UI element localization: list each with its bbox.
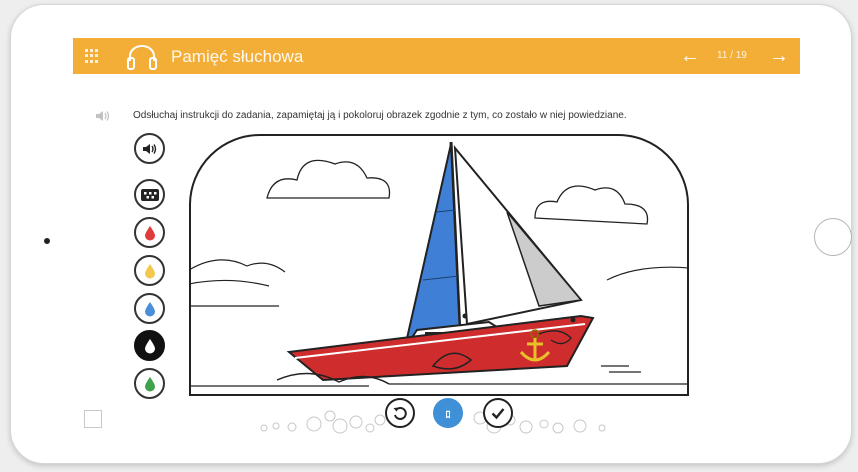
undo-icon [393, 407, 407, 420]
color-blue-button[interactable] [134, 293, 165, 324]
color-red-button[interactable] [134, 217, 165, 248]
fullscreen-icon[interactable] [84, 410, 102, 428]
home-button[interactable] [814, 218, 852, 256]
menu-grid-icon[interactable] [85, 49, 99, 63]
hint-button-label: ﾛ [445, 409, 451, 421]
yellow-drop-icon [144, 263, 155, 278]
coloring-picture[interactable] [189, 134, 689, 396]
eraser-button[interactable] [134, 179, 165, 210]
undo-button[interactable] [385, 398, 415, 428]
header-bar: Pamięć słuchowa ← 11 / 19 → [73, 38, 800, 74]
instruction-speaker-icon[interactable] [95, 109, 111, 123]
eraser-icon [140, 188, 159, 201]
speaker-button[interactable] [134, 133, 165, 164]
hint-button[interactable]: ﾛ [433, 398, 463, 428]
black-drop-icon [144, 338, 155, 353]
page-title: Pamięć słuchowa [171, 47, 304, 66]
green-drop-icon [144, 376, 155, 391]
check-icon [491, 408, 505, 420]
page-counter: 11 / 19 [717, 50, 747, 61]
red-drop-icon [144, 225, 155, 240]
headphones-icon [127, 45, 157, 70]
speaker-icon [142, 143, 156, 154]
color-yellow-button[interactable] [134, 255, 165, 286]
blue-drop-icon [144, 301, 155, 316]
task-instruction: Odsłuchaj instrukcji do zadania, zapamię… [133, 110, 627, 121]
camera-dot [44, 238, 50, 244]
arrow-right-icon[interactable]: → [767, 44, 791, 68]
arrow-left-icon[interactable]: ← [678, 44, 702, 68]
color-black-button[interactable] [134, 330, 165, 361]
app-screen: Pamięć słuchowa ← 11 / 19 → Odsłuchaj in… [73, 38, 800, 436]
color-green-button[interactable] [134, 368, 165, 399]
check-button[interactable] [483, 398, 513, 428]
